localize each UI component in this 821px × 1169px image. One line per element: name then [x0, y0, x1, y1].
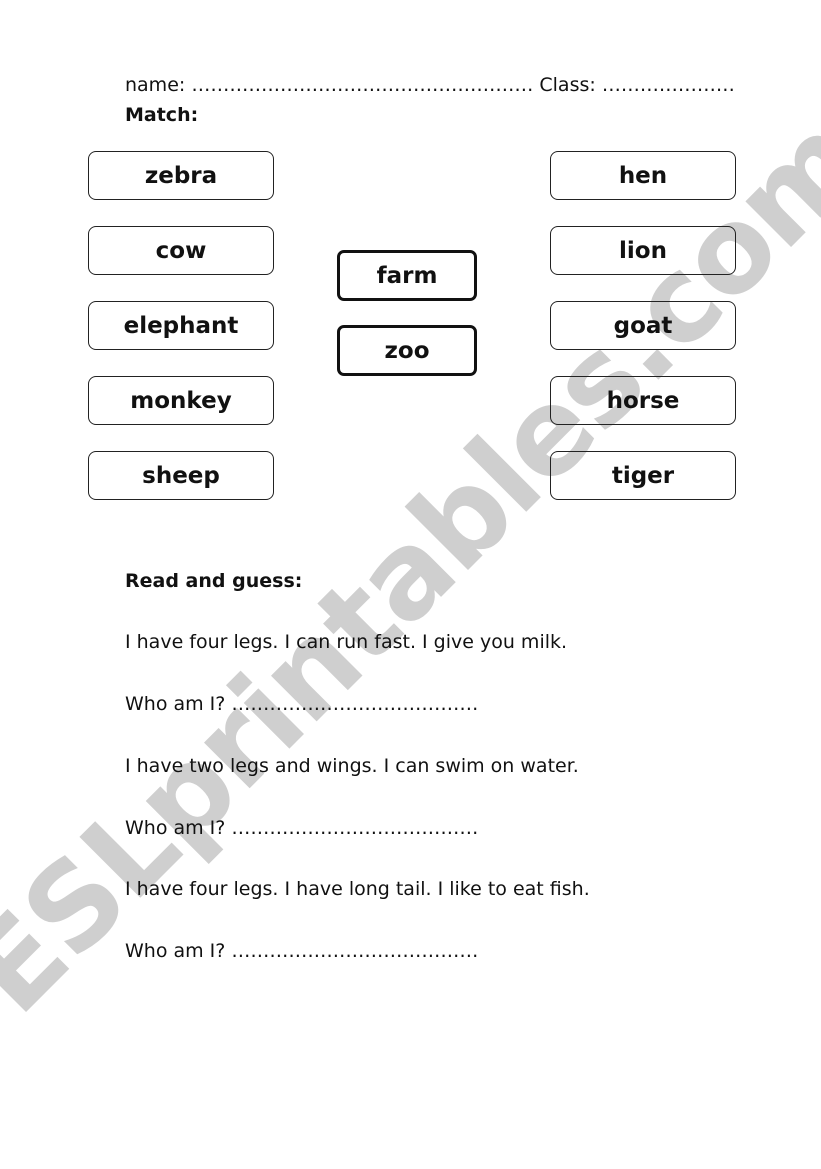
- right-word-box[interactable]: goat: [550, 301, 736, 350]
- clue-text: I have four legs. I have long tail. I li…: [125, 878, 590, 900]
- left-word-box[interactable]: elephant: [88, 301, 274, 350]
- category-box-farm[interactable]: farm: [337, 250, 477, 301]
- answer-line: Who am I? …………………………………: [125, 940, 478, 962]
- answer-blank[interactable]: …………………………………: [231, 940, 478, 962]
- who-am-i-prompt: Who am I?: [125, 693, 226, 715]
- answer-line: Who am I? …………………………………: [125, 817, 478, 839]
- answer-line: Who am I? …………………………………: [125, 693, 478, 715]
- class-label: Class:: [539, 74, 596, 96]
- answer-blank[interactable]: …………………………………: [231, 817, 478, 839]
- clue-text: I have two legs and wings. I can swim on…: [125, 755, 579, 777]
- name-blank[interactable]: ………………………………………………: [191, 74, 533, 96]
- left-word-box[interactable]: monkey: [88, 376, 274, 425]
- who-am-i-prompt: Who am I?: [125, 940, 226, 962]
- name-label: name:: [125, 74, 186, 96]
- right-word-box[interactable]: lion: [550, 226, 736, 275]
- clue-text: I have four legs. I can run fast. I give…: [125, 631, 568, 653]
- right-word-box[interactable]: tiger: [550, 451, 736, 500]
- header-line: name: ……………………………………………… Class: …………………: [125, 74, 735, 96]
- answer-blank[interactable]: …………………………………: [231, 693, 478, 715]
- left-word-box[interactable]: cow: [88, 226, 274, 275]
- left-word-box[interactable]: zebra: [88, 151, 274, 200]
- right-word-box[interactable]: horse: [550, 376, 736, 425]
- who-am-i-prompt: Who am I?: [125, 817, 226, 839]
- left-word-box[interactable]: sheep: [88, 451, 274, 500]
- category-box-zoo[interactable]: zoo: [337, 325, 477, 376]
- match-title: Match:: [125, 104, 199, 126]
- right-word-box[interactable]: hen: [550, 151, 736, 200]
- guess-title: Read and guess:: [125, 570, 303, 592]
- class-blank[interactable]: …………………: [602, 74, 735, 96]
